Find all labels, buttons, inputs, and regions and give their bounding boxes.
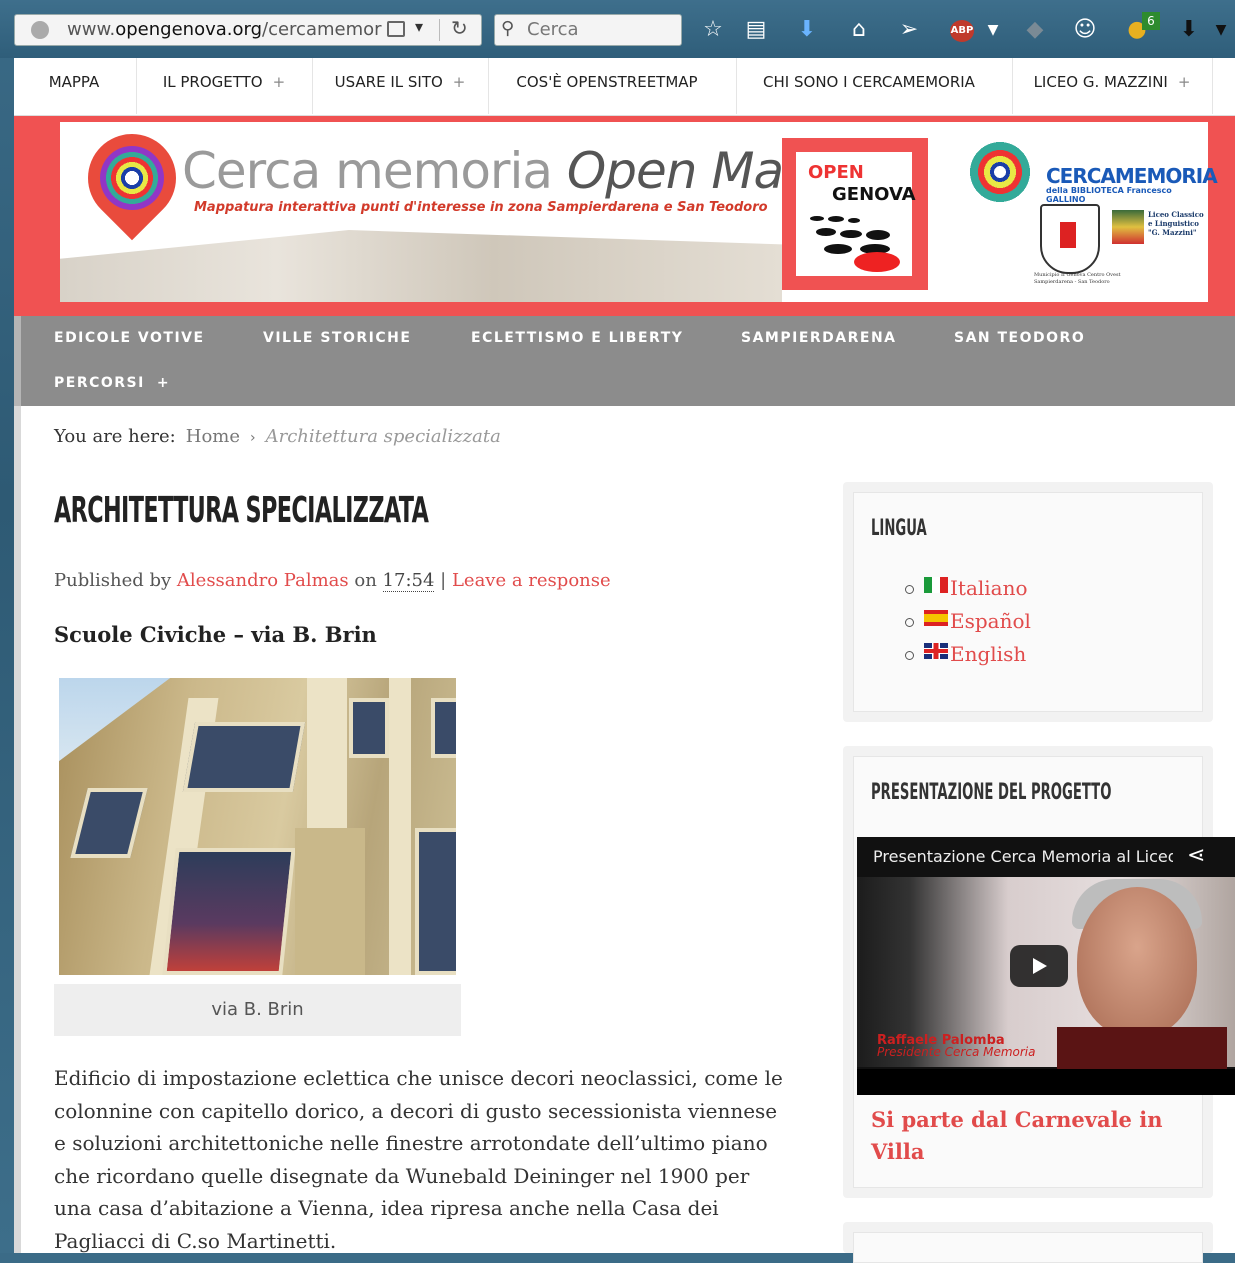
topnav-item-progetto[interactable]: IL PROGETTO + [136,58,313,114]
browser-toolbar: www.opengenova.org/cercamemor ▾ ↻ ⚲ Cerc… [0,0,1235,58]
banner-subtitle: Mappatura interattiva punti d'interesse … [194,200,768,215]
adblock-dropdown-icon[interactable]: ▼ [978,14,1008,46]
video-title[interactable]: Presentazione Cerca Memoria al Liceo [873,847,1173,866]
pin-rings-graphic [100,146,164,210]
search-input[interactable]: ⚲ Cerca [494,14,682,46]
spain-flag-icon [924,610,948,626]
article-subheading: Scuole Civiche – via B. Brin [54,622,377,647]
article-body: Edificio di impostazione eclettica che u… [54,1066,783,1253]
reading-list-icon[interactable]: ▤ [741,14,771,46]
topnav-item-osm[interactable]: COS'È OPENSTREETMAP [488,58,737,114]
cercamemoria-burst-graphic [960,132,1040,212]
notification-badge: 6 [1142,12,1160,30]
globe-icon [31,21,49,39]
category-item-san-teodoro[interactable]: SAN TEODORO [954,330,1085,346]
post-link-carnevale[interactable]: Si parte dal Carnevale in Villa [871,1104,1191,1168]
map-image [60,230,782,302]
post-time: 17:54 [382,570,435,592]
opengenova-logo: OPEN GENOVA [782,138,928,290]
category-item-edicole[interactable]: EDICOLE VOTIVE [54,330,205,346]
play-button[interactable] [1010,945,1068,987]
municipio-text: Municipio II Genova Centro Ovest Sampierd… [1034,272,1121,285]
leave-response-link[interactable]: Leave a response [452,570,611,591]
category-item-eclettismo[interactable]: ECLETTISMO E LIBERTY [471,330,683,346]
category-item-percorsi[interactable]: PERCORSI + [54,375,170,391]
desktop-background [0,0,14,1253]
breadcrumb-current: Architettura specializzata [265,426,501,447]
photo-caption: via B. Brin [54,984,461,1036]
category-item-ville[interactable]: VILLE STORICHE [263,330,411,346]
chat-icon[interactable]: ☺ [1070,14,1100,46]
url-bar[interactable]: www.opengenova.org/cercamemor ▾ ↻ [14,14,482,46]
search-icon: ⚲ [501,18,515,39]
search-placeholder: Cerca [527,19,579,40]
author-link[interactable]: Alessandro Palmas [177,570,349,591]
liceo-logo-text: Liceo Classico e Linguistico "G. Mazzini" [1148,210,1204,237]
bookmark-star-icon[interactable]: ☆ [698,14,728,46]
italy-flag-icon [924,577,948,593]
banner-logo-link[interactable]: Cerca memoria Open Map Mappatura interat… [60,115,1218,302]
video-caption-role: Presidente Cerca Memoria [877,1045,1036,1059]
puzzle-icon[interactable]: ◆ [1020,14,1050,46]
presenter-face [1077,887,1197,1037]
url-text[interactable]: www.opengenova.org/cercamemor [67,19,397,40]
url-separator [439,19,440,41]
language-item-espanol[interactable]: Español [905,609,1031,633]
reader-view-icon[interactable] [387,21,405,37]
topnav-item-chi-sono[interactable]: CHI SONO I CERCAMEMORIA [736,58,1013,114]
share-icon[interactable]: ⋖ [1187,843,1205,868]
adblock-icon[interactable]: ABP [950,20,974,42]
category-item-sampierdarena[interactable]: SAMPIERDARENA [741,330,897,346]
home-icon[interactable]: ⌂ [844,14,874,46]
topnav-item-mappa[interactable]: MAPPA [22,58,137,114]
topnav-item-liceo[interactable]: LICEO G. MAZZINI + [1012,58,1213,114]
post-meta: Published by Alessandro Palmas on 17:54 … [54,570,611,592]
crest-cross [1060,222,1076,248]
page-title: ARCHITETTURA SPECIALIZZATA [54,490,429,531]
building-photo[interactable] [59,678,456,975]
presentation-widget-title: PRESENTAZIONE DEL PROGETTO [871,780,1112,805]
language-item-english[interactable]: English [905,642,1026,666]
language-widget: LINGUA Italiano Español English [843,482,1213,722]
category-navigation: EDICOLE VOTIVE VILLE STORICHE ECLETTISMO… [14,316,1235,406]
next-widget [843,1222,1213,1263]
banner-title: Cerca memoria Open Map [182,142,815,200]
topnav-item-usare[interactable]: USARE IL SITO + [312,58,489,114]
site-banner: Cerca memoria Open Map Mappatura interat… [14,115,1235,316]
send-icon[interactable]: ➢ [894,14,924,46]
chevron-right-icon: › [250,430,256,446]
language-item-italiano[interactable]: Italiano [905,576,1028,600]
top-navigation: MAPPA IL PROGETTO + USARE IL SITO + COS'È … [14,58,1235,116]
breadcrumb: You are here: Home › Architettura specializ… [54,426,501,447]
download-arrow-icon[interactable]: ⬇ [792,14,822,46]
video-player[interactable]: Presentazione Cerca Memoria al Liceo ⋖ R… [857,837,1235,1095]
liceo-logo-icon [1112,210,1144,244]
menu-dropdown-icon[interactable]: ▼ [1206,14,1235,46]
downloads-icon[interactable]: ⬇ [1174,14,1204,46]
uk-flag-icon [924,643,948,659]
reload-icon[interactable]: ↻ [451,16,468,40]
breadcrumb-home-link[interactable]: Home [186,426,240,447]
chevron-down-icon[interactable]: ▾ [415,17,423,36]
language-widget-title: LINGUA [871,516,927,541]
video-control-bar[interactable] [857,1069,1235,1095]
